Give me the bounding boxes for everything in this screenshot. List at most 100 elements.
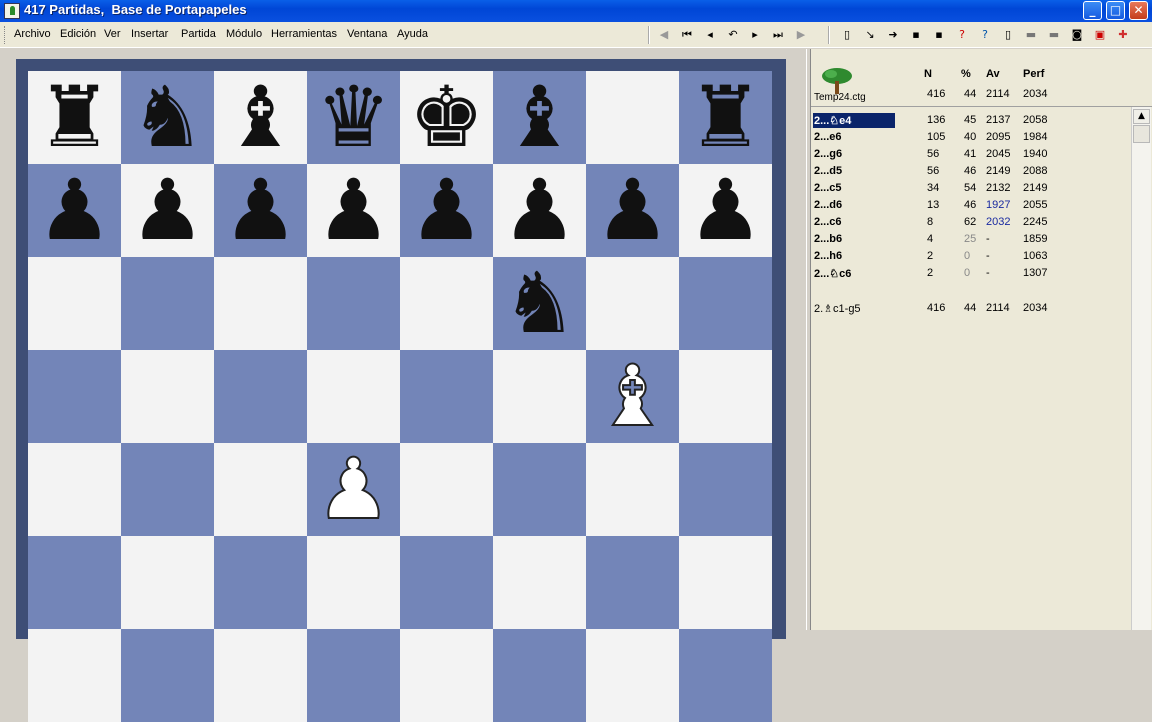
- black-pawn-icon[interactable]: ♟: [493, 164, 586, 257]
- square-e6[interactable]: [400, 257, 493, 350]
- square-f3[interactable]: [493, 536, 586, 629]
- square-b3[interactable]: [121, 536, 214, 629]
- forward-circle-icon[interactable]: ▶: [792, 26, 810, 44]
- square-a8[interactable]: ♜: [28, 71, 121, 164]
- arrow-out-icon[interactable]: ➜: [884, 26, 902, 44]
- move-notation[interactable]: 2...♘e4: [814, 114, 851, 127]
- square-e7[interactable]: ♟: [400, 164, 493, 257]
- black-rook-icon[interactable]: ♜: [28, 71, 121, 164]
- square-e4[interactable]: [400, 443, 493, 536]
- move-notation[interactable]: 2...g6: [814, 148, 842, 160]
- square-b2[interactable]: [121, 629, 214, 722]
- square-e2[interactable]: [400, 629, 493, 722]
- menu-insertar[interactable]: Insertar: [131, 28, 168, 40]
- black-pawn-icon[interactable]: ♟: [400, 164, 493, 257]
- save-all-icon[interactable]: ▪: [930, 26, 948, 44]
- chessboard[interactable]: ♜ ♞ ♝ ♛ ♚ ♝ ♜ ♟ ♟ ♟ ♟ ♟ ♟ ♟ ♟ ♞ ♝ ♟: [28, 71, 773, 722]
- square-g7[interactable]: ♟: [586, 164, 679, 257]
- maximize-button[interactable]: □: [1106, 1, 1125, 20]
- menu-edicion[interactable]: Edición: [60, 28, 96, 40]
- camera-icon[interactable]: ◙: [1068, 26, 1086, 44]
- help-check-icon[interactable]: ?: [953, 26, 971, 44]
- black-knight-icon[interactable]: ♞: [121, 71, 214, 164]
- square-d8[interactable]: ♛: [307, 71, 400, 164]
- black-pawn-icon[interactable]: ♟: [307, 164, 400, 257]
- square-d4[interactable]: ♟: [307, 442, 400, 537]
- black-knight-icon[interactable]: ♞: [493, 257, 586, 350]
- square-a6[interactable]: [28, 257, 121, 350]
- square-c7[interactable]: ♟: [214, 164, 307, 257]
- black-queen-icon[interactable]: ♛: [307, 71, 400, 164]
- move-notation[interactable]: 2...c6: [814, 216, 842, 228]
- square-g4[interactable]: [586, 443, 679, 536]
- menu-ayuda[interactable]: Ayuda: [397, 28, 428, 40]
- back-circle-icon[interactable]: ◀: [655, 26, 673, 44]
- black-king-icon[interactable]: ♚: [400, 71, 493, 164]
- properties-icon[interactable]: ?: [976, 26, 994, 44]
- square-f6[interactable]: ♞: [493, 257, 586, 350]
- square-g8[interactable]: [586, 71, 679, 164]
- move-notation[interactable]: 2...h6: [814, 250, 842, 262]
- black-pawn-icon[interactable]: ♟: [121, 164, 214, 257]
- black-pawn-icon[interactable]: ♟: [586, 164, 679, 257]
- black-rook-icon[interactable]: ♜: [679, 71, 772, 164]
- square-c8[interactable]: ♝: [214, 71, 307, 164]
- square-a3[interactable]: [28, 536, 121, 629]
- square-d6[interactable]: [307, 257, 400, 350]
- takeback-icon[interactable]: ↶: [724, 26, 742, 44]
- square-e5[interactable]: [400, 350, 493, 443]
- square-h2[interactable]: [679, 629, 772, 722]
- prev-move-icon[interactable]: ◂: [701, 26, 719, 44]
- square-h3[interactable]: [679, 536, 772, 629]
- scroll-up-icon[interactable]: ▲: [1133, 109, 1150, 124]
- black-bishop-icon[interactable]: ♝: [214, 71, 307, 164]
- move-notation[interactable]: 2...d5: [814, 165, 842, 177]
- square-f7[interactable]: ♟: [493, 164, 586, 257]
- cross-icon[interactable]: ✚: [1114, 26, 1132, 44]
- square-f2[interactable]: [493, 629, 586, 722]
- first-move-icon[interactable]: ⏮: [678, 26, 696, 44]
- menu-ventana[interactable]: Ventana: [347, 28, 387, 40]
- copy-icon[interactable]: ▯: [999, 26, 1017, 44]
- black-pawn-icon[interactable]: ♟: [214, 164, 307, 257]
- square-f5[interactable]: [493, 350, 586, 443]
- square-f4[interactable]: [493, 443, 586, 536]
- move-notation[interactable]: 2...c5: [814, 182, 842, 194]
- square-h7[interactable]: ♟: [679, 164, 772, 257]
- square-d2[interactable]: [307, 629, 400, 722]
- scrollbar[interactable]: ▲: [1131, 107, 1151, 630]
- square-a4[interactable]: [28, 443, 121, 536]
- square-b6[interactable]: [121, 257, 214, 350]
- move-notation[interactable]: 2...d6: [814, 199, 842, 211]
- scroll-thumb[interactable]: [1133, 125, 1150, 143]
- square-h4[interactable]: [679, 443, 772, 536]
- square-a2[interactable]: [28, 629, 121, 722]
- square-b4[interactable]: [121, 443, 214, 536]
- square-f8[interactable]: ♝: [493, 71, 586, 164]
- close-button[interactable]: ✕: [1129, 1, 1148, 20]
- save-icon[interactable]: ▪: [907, 26, 925, 44]
- square-b5[interactable]: [121, 350, 214, 443]
- square-c6[interactable]: [214, 257, 307, 350]
- square-g5[interactable]: ♝: [586, 349, 679, 444]
- square-h6[interactable]: [679, 257, 772, 350]
- menu-herramientas[interactable]: Herramientas: [271, 28, 337, 40]
- played-move[interactable]: 2.♗c1-g5: [814, 302, 861, 315]
- minimize-button[interactable]: _: [1083, 1, 1102, 20]
- square-d3[interactable]: [307, 536, 400, 629]
- arrow-in-icon[interactable]: ↘: [861, 26, 879, 44]
- square-c2[interactable]: [214, 629, 307, 722]
- menu-modulo[interactable]: Módulo: [226, 28, 262, 40]
- square-g2[interactable]: [586, 629, 679, 722]
- pdf-icon[interactable]: ▣: [1091, 26, 1109, 44]
- app-icon[interactable]: [4, 3, 20, 19]
- black-pawn-icon[interactable]: ♟: [679, 164, 772, 257]
- square-a7[interactable]: ♟: [28, 164, 121, 257]
- black-pawn-icon[interactable]: ♟: [28, 164, 121, 257]
- square-b8[interactable]: ♞: [121, 71, 214, 164]
- square-d5[interactable]: [307, 350, 400, 443]
- square-e8[interactable]: ♚: [400, 71, 493, 164]
- menu-ver[interactable]: Ver: [104, 28, 121, 40]
- square-c3[interactable]: [214, 536, 307, 629]
- move-notation[interactable]: 2...♘c6: [814, 267, 851, 280]
